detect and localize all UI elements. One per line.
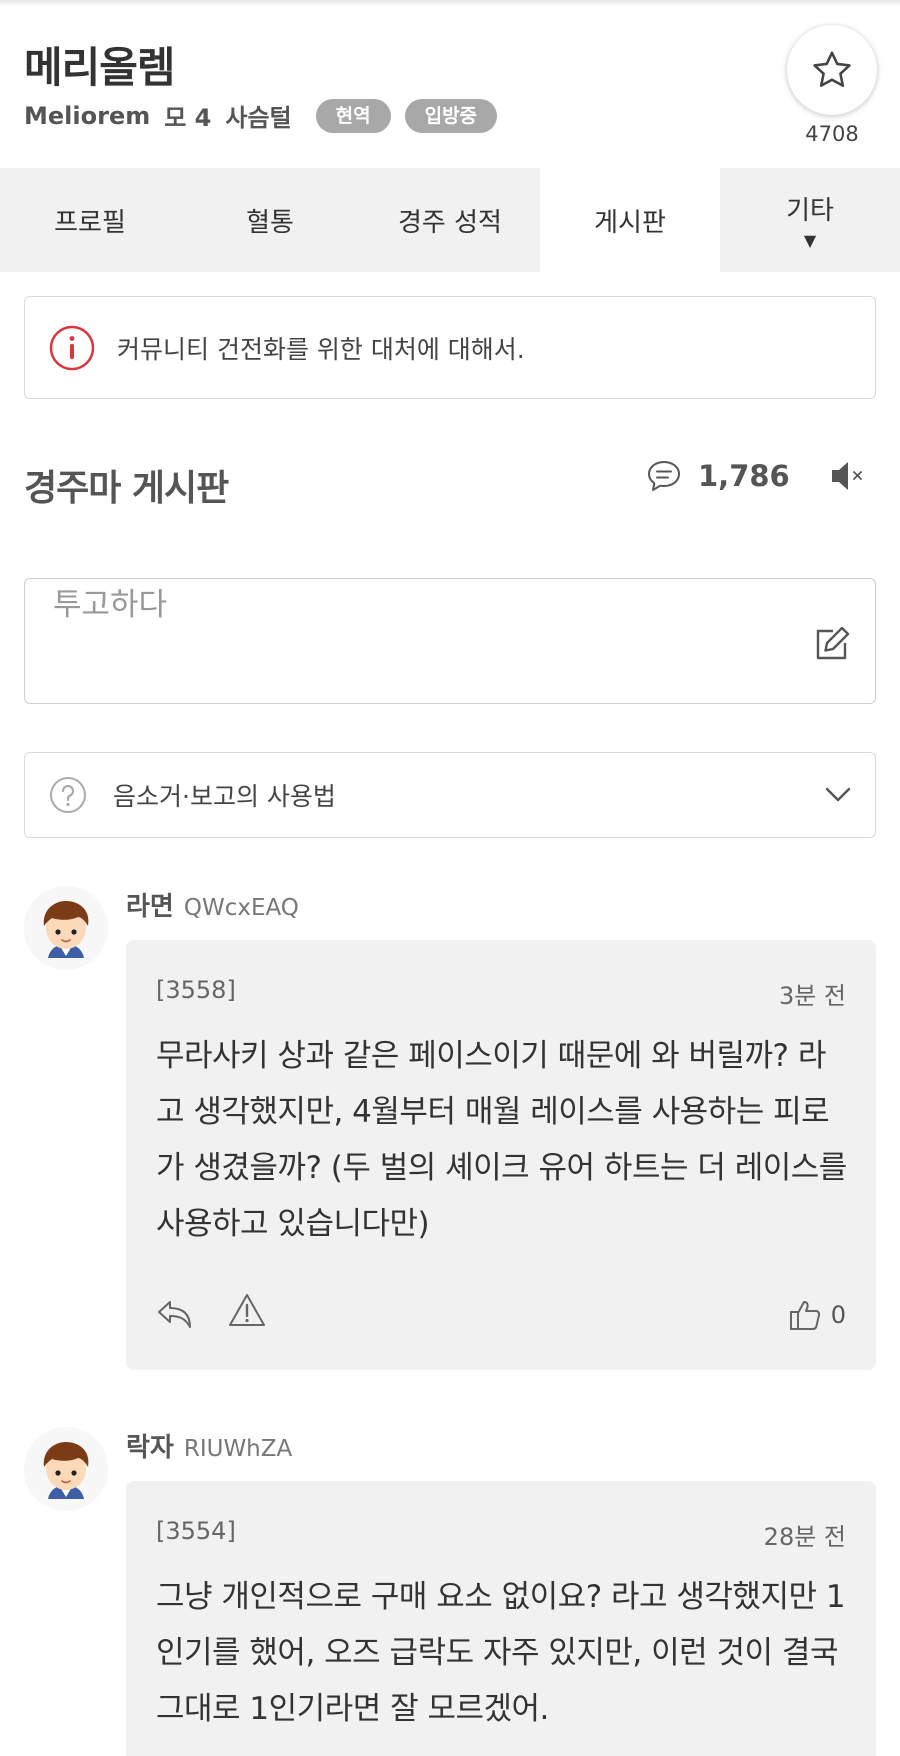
comment-body: 그냥 개인적으로 구매 요소 없이요? 라고 생각했지만 1인기를 했어, 오즈…: [156, 1579, 846, 1727]
notice-text: 커뮤니티 건전화를 위한 대처에 대해서.: [117, 334, 525, 364]
community-notice[interactable]: 커뮤니티 건전화를 위한 대처에 대해서.: [24, 296, 876, 399]
comment-author: 라면 QWcxEAQ: [126, 886, 299, 923]
star-icon: [813, 51, 851, 87]
tab-label: 경주 성적: [398, 207, 502, 238]
horse-name: 메리올렘: [24, 43, 176, 92]
board-title: 경주마 게시판: [24, 468, 229, 509]
tab-label: 혈통: [246, 207, 294, 238]
comment-bubble: [3554] 28분 전 그냥 개인적으로 구매 요소 없이요? 라고 생각했지…: [126, 1481, 876, 1756]
comment-count: 1,786: [698, 459, 790, 493]
like-button[interactable]: 0: [789, 1298, 846, 1332]
info-icon: [49, 325, 95, 370]
like-count: 0: [830, 1301, 846, 1329]
tab-label: 프로필: [54, 207, 126, 238]
avatar[interactable]: [24, 886, 108, 970]
thumbs-up-icon: [789, 1301, 820, 1330]
help-icon: [50, 777, 86, 813]
status-badge: 현역: [315, 98, 391, 133]
tab-other[interactable]: 기타 ▼: [720, 168, 900, 272]
avatar[interactable]: [24, 1427, 108, 1511]
warning-icon[interactable]: [228, 1292, 266, 1328]
horse-header: 메리올렘 Meliorem 모 4 사슴털 현역 입방중 4708: [0, 0, 900, 168]
tab-pedigree[interactable]: 혈통: [180, 168, 360, 272]
comment-time: 28분 전: [763, 1523, 846, 1551]
favorite-count: 4708: [805, 122, 859, 146]
tab-bar: 프로필 혈통 경주 성적 게시판 기타 ▼: [0, 168, 900, 272]
comment-time: 3분 전: [778, 982, 846, 1010]
author-id: RIUWhZA: [183, 1436, 293, 1462]
comment-number: [3554]: [156, 1517, 236, 1545]
stable-badge: 입방중: [404, 98, 498, 133]
author-nickname[interactable]: 라면: [126, 886, 174, 923]
favorite-button[interactable]: [787, 25, 877, 115]
mute-icon[interactable]: [828, 458, 866, 494]
comment-author: 락자 RIUWhZA: [126, 1427, 292, 1464]
horse-sex-age: 모 4: [164, 104, 212, 132]
caret-down-icon: ▼: [803, 231, 817, 250]
author-id: QWcxEAQ: [183, 895, 299, 921]
horse-color: 사슴털: [225, 104, 292, 132]
tab-board[interactable]: 게시판: [540, 168, 720, 272]
comment-number: [3558]: [156, 976, 236, 1004]
comment-body: 무라사키 상과 같은 페이스이기 때문에 와 버릴까? 라고 생각했지만, 4월…: [156, 1038, 847, 1242]
tab-label: 기타: [786, 196, 834, 226]
horse-subinfo: Meliorem 모 4 사슴털 현역 입방중: [24, 98, 498, 133]
comment-item: 라면 QWcxEAQ [3558] 3분 전 무라사키 상과 같은 페이스이기 …: [24, 886, 876, 1376]
edit-icon[interactable]: [813, 625, 851, 663]
user-avatar-icon: [24, 1427, 108, 1511]
horse-name-en: Meliorem: [24, 101, 151, 130]
comment-icon: [648, 461, 680, 491]
reply-icon[interactable]: [156, 1296, 194, 1332]
comment-bubble: [3558] 3분 전 무라사키 상과 같은 페이스이기 때문에 와 버릴까? …: [126, 940, 876, 1370]
chevron-down-icon: [825, 787, 851, 802]
howto-text: 음소거·보고의 사용법: [113, 782, 336, 811]
tab-profile[interactable]: 프로필: [0, 168, 180, 272]
tab-label: 게시판: [594, 207, 666, 238]
board-meta: 1,786: [646, 458, 866, 494]
user-avatar-icon: [24, 886, 108, 970]
comment-actions: 0: [156, 1292, 846, 1336]
comment-item: 락자 RIUWhZA [3554] 28분 전 그냥 개인적으로 구매 요소 없…: [24, 1427, 876, 1756]
tab-race-results[interactable]: 경주 성적: [360, 168, 540, 272]
author-nickname[interactable]: 락자: [126, 1427, 174, 1464]
post-placeholder: 투고하다: [53, 587, 168, 623]
mute-report-howto[interactable]: 음소거·보고의 사용법: [24, 752, 876, 838]
post-input[interactable]: 투고하다: [24, 578, 876, 704]
